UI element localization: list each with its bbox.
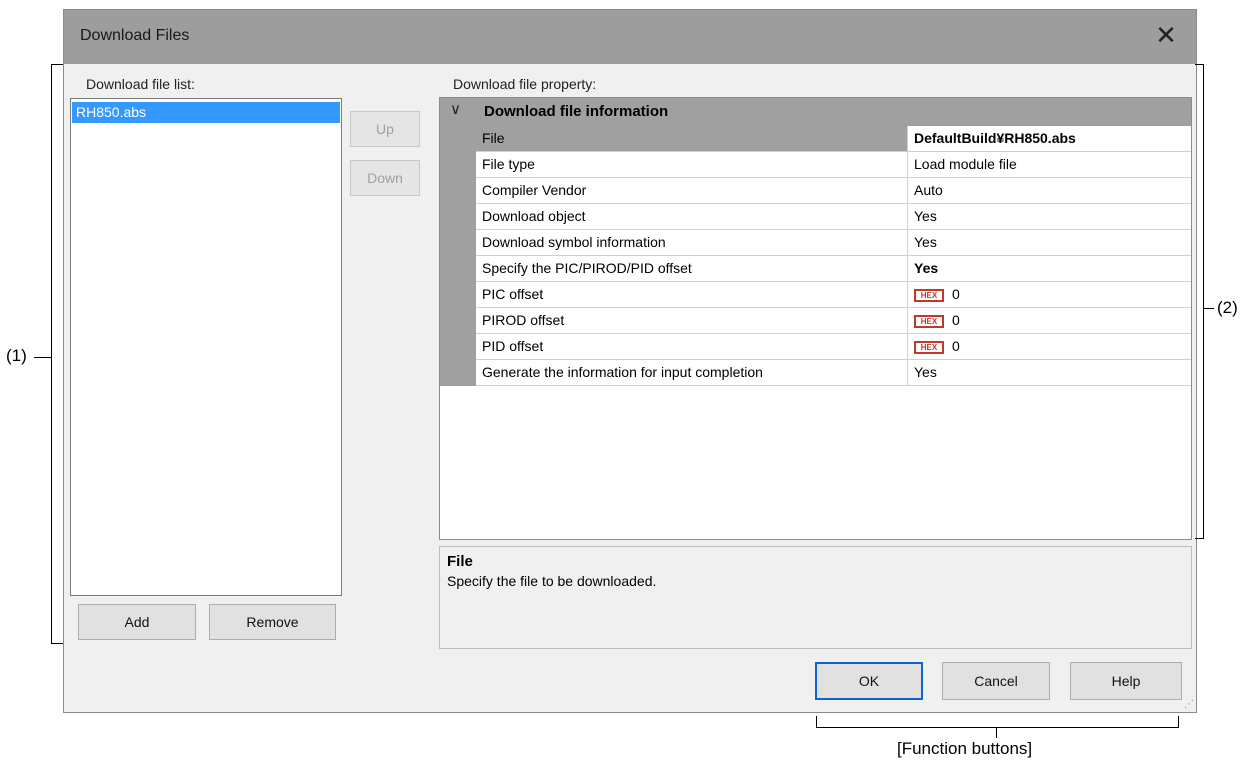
property-value[interactable]: Yes (908, 230, 1191, 256)
close-icon[interactable]: ✕ (1150, 20, 1182, 52)
property-name: Download symbol information (476, 230, 908, 256)
property-row-file[interactable]: File DefaultBuild¥RH850.abs (476, 126, 1191, 152)
chevron-down-icon[interactable]: ∨ (450, 100, 461, 118)
property-value: 0 (952, 286, 960, 302)
cancel-button[interactable]: Cancel (942, 662, 1050, 700)
property-value-cell[interactable]: HEX 0 (908, 282, 1191, 308)
property-grid: ∨ Download file information File Default… (439, 97, 1192, 540)
property-name: PIC offset (476, 282, 908, 308)
property-name: PIROD offset (476, 308, 908, 334)
property-row-pirod-offset[interactable]: PIROD offset HEX 0 (476, 308, 1191, 334)
description-title: File (447, 553, 473, 570)
annotation-right-bracket (1203, 64, 1204, 539)
annotation-right: (2) (1217, 298, 1238, 317)
property-value[interactable]: Yes (908, 360, 1191, 386)
annotation-bottom: [Function buttons] (897, 739, 1033, 758)
property-value: 0 (952, 312, 960, 328)
hex-badge-icon: HEX (914, 340, 944, 354)
annotation-bottom-bracket (816, 727, 1179, 728)
property-row-pic-offset[interactable]: PIC offset HEX 0 (476, 282, 1191, 308)
add-button[interactable]: Add (78, 604, 196, 640)
up-button[interactable]: Up (350, 111, 420, 147)
annotation-right-bracket-bottom (1195, 538, 1204, 539)
property-row-pid-offset[interactable]: PID offset HEX 0 (476, 334, 1191, 360)
property-name: File type (476, 152, 908, 178)
annotation-bottom-connector (996, 727, 997, 738)
download-file-list-label: Download file list: (86, 76, 195, 92)
description-panel: File Specify the file to be downloaded. (439, 546, 1192, 649)
help-button[interactable]: Help (1070, 662, 1182, 700)
property-value-cell[interactable]: HEX 0 (908, 308, 1191, 334)
property-name: File (476, 126, 908, 152)
property-value[interactable]: Yes (908, 204, 1191, 230)
property-row-download-object[interactable]: Download object Yes (476, 204, 1191, 230)
down-button[interactable]: Down (350, 160, 420, 196)
property-name: Generate the information for input compl… (476, 360, 908, 386)
description-text: Specify the file to be downloaded. (447, 573, 657, 589)
property-name: Specify the PIC/PIROD/PID offset (476, 256, 908, 282)
property-row-file-type[interactable]: File type Load module file (476, 152, 1191, 178)
download-files-dialog: Download Files ✕ Download file list: RH8… (63, 9, 1197, 713)
property-value-cell[interactable]: HEX 0 (908, 334, 1191, 360)
hex-badge-icon: HEX (914, 288, 944, 302)
title-bar: Download Files ✕ (64, 10, 1196, 64)
category-title: Download file information (484, 103, 669, 120)
hex-badge-icon: HEX (914, 314, 944, 328)
annotation-left-bracket (51, 64, 52, 644)
property-row-compiler-vendor[interactable]: Compiler Vendor Auto (476, 178, 1191, 204)
property-value[interactable]: DefaultBuild¥RH850.abs (908, 126, 1191, 152)
remove-button[interactable]: Remove (209, 604, 336, 640)
annotation-right-bracket-top (1195, 64, 1204, 65)
annotation-bottom-bracket-left (816, 716, 817, 728)
list-item[interactable]: RH850.abs (72, 102, 340, 123)
download-file-list[interactable]: RH850.abs (70, 98, 342, 596)
category-header[interactable]: ∨ Download file information (440, 98, 1191, 126)
dialog-title: Download Files (80, 27, 190, 44)
annotation-bottom-bracket-right (1178, 716, 1179, 728)
annotation-left-connector (34, 357, 52, 358)
property-name: PID offset (476, 334, 908, 360)
property-value: 0 (952, 338, 960, 354)
property-row-download-symbol[interactable]: Download symbol information Yes (476, 230, 1191, 256)
category-gutter (440, 126, 476, 386)
resize-grip-icon[interactable]: ⋰ (1184, 699, 1194, 710)
property-value[interactable]: Auto (908, 178, 1191, 204)
property-value[interactable]: Yes (908, 256, 1191, 282)
annotation-right-connector (1204, 308, 1214, 309)
annotation-left-bracket-top (51, 64, 63, 65)
annotation-left-bracket-bottom (51, 643, 63, 644)
ok-button[interactable]: OK (815, 662, 923, 700)
property-name: Download object (476, 204, 908, 230)
property-row-specify-offset[interactable]: Specify the PIC/PIROD/PID offset Yes (476, 256, 1191, 282)
download-file-property-label: Download file property: (453, 76, 597, 92)
annotation-left: (1) (6, 346, 27, 365)
property-row-input-completion[interactable]: Generate the information for input compl… (476, 360, 1191, 386)
property-value[interactable]: Load module file (908, 152, 1191, 178)
property-name: Compiler Vendor (476, 178, 908, 204)
